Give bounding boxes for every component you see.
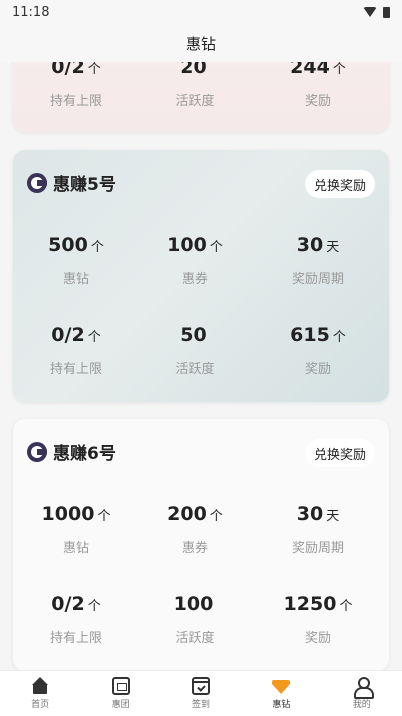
stat-reward: 1250 个 奖励: [258, 591, 378, 646]
logo-icon: [27, 172, 47, 193]
stat-unit: 个: [332, 62, 346, 77]
tab-label: 签到: [191, 700, 210, 710]
stat-value: 100: [167, 234, 207, 256]
battery-icon: [383, 6, 390, 18]
stat-unit: 个: [209, 240, 223, 255]
redeem-button[interactable]: 兑换奖励: [304, 439, 375, 467]
stat-unit: 个: [90, 240, 104, 255]
tab-home[interactable]: 首页: [10, 677, 70, 710]
stat-unit: 个: [87, 62, 101, 77]
stat-unit: 天: [326, 240, 340, 255]
stat-value: 20: [180, 62, 207, 78]
stat-label: 持有上限: [49, 631, 102, 646]
package-card-6: 惠赚6号 兑换奖励 1000 个 惠钻 200 个 惠券 30 天 奖励周期 0/2 个…: [13, 419, 389, 670]
package-list[interactable]: 0/2 个 持有上限 20 活跃度 244 个 奖励 惠赚5号 兑换奖励 500 个 …: [0, 62, 402, 670]
stat-activity: 50 活跃度: [135, 322, 255, 377]
stat-diamond: 1000 个 惠钻: [16, 501, 136, 556]
card-header: 惠赚5号: [27, 170, 116, 195]
stat-value: 30: [296, 503, 324, 525]
stat-label: 奖励: [304, 362, 331, 377]
status-icons: [363, 6, 390, 18]
tab-label: 首页: [31, 700, 50, 710]
stat-limit: 0/2 个 持有上限: [16, 591, 136, 646]
stat-period: 30 天 奖励周期: [258, 232, 378, 287]
stat-limit: 0/2 个 持有上限: [16, 322, 136, 377]
card-name: 惠赚5号: [53, 175, 116, 195]
stat-value: 1000: [41, 503, 95, 525]
user-icon: [353, 677, 374, 699]
tab-label: 惠钻: [272, 700, 291, 710]
stat-label: 惠券: [181, 541, 208, 556]
stat-value: 50: [180, 324, 207, 346]
tab-label: 惠团: [111, 700, 130, 710]
status-bar: 11:18: [0, 0, 402, 24]
wifi-icon: [363, 7, 377, 17]
stat-value: 0/2: [51, 593, 85, 615]
tab-checkin[interactable]: 签到: [171, 677, 231, 710]
stat-reward: 244 个 奖励: [258, 62, 378, 109]
stat-value: 500: [48, 234, 88, 256]
stat-unit: 个: [339, 599, 353, 614]
stat-reward: 615 个 奖励: [258, 322, 378, 377]
card-name: 惠赚6号: [53, 444, 116, 464]
stat-label: 活跃度: [175, 362, 215, 377]
logo-icon: [27, 441, 47, 462]
stat-unit: 个: [97, 509, 111, 524]
stat-label: 惠券: [181, 272, 208, 287]
stat-diamond: 500 个 惠钻: [16, 232, 136, 287]
stat-label: 持有上限: [49, 362, 102, 377]
stat-coupon: 200 个 惠券: [135, 501, 255, 556]
stat-label: 奖励: [304, 94, 331, 109]
package-card-partial: 0/2 个 持有上限 20 活跃度 244 个 奖励: [13, 62, 389, 132]
page-title: 惠钻: [185, 34, 216, 53]
stat-unit: 个: [332, 330, 346, 345]
stat-activity: 100 活跃度: [135, 591, 255, 646]
diamond-icon: [272, 677, 291, 695]
stat-label: 奖励周期: [291, 541, 344, 556]
stat-label: 持有上限: [49, 94, 102, 109]
tab-me[interactable]: 我的: [332, 677, 392, 710]
stat-value: 0/2: [51, 62, 85, 78]
stat-value: 615: [290, 324, 330, 346]
stat-value: 0/2: [51, 324, 85, 346]
tab-diamond[interactable]: 惠钻: [251, 677, 311, 710]
stat-unit: 个: [87, 599, 101, 614]
package-card-5: 惠赚5号 兑换奖励 500 个 惠钻 100 个 惠券 30 天 奖励周期 0/2 个 …: [13, 150, 389, 402]
stat-label: 奖励周期: [291, 272, 344, 287]
home-icon: [31, 677, 49, 695]
stat-unit: 个: [209, 509, 223, 524]
stat-label: 奖励: [304, 631, 331, 646]
stat-period: 30 天 奖励周期: [258, 501, 378, 556]
stat-value: 100: [173, 593, 214, 615]
stat-label: 活跃度: [175, 94, 215, 109]
stat-value: 244: [290, 62, 330, 78]
stat-coupon: 100 个 惠券: [135, 232, 255, 287]
stat-label: 惠钻: [62, 272, 89, 287]
stat-label: 惠钻: [62, 541, 89, 556]
bottom-tab-bar: 首页 惠团 签到 惠钻 我的: [0, 670, 402, 716]
stat-activity: 20 活跃度: [135, 62, 255, 109]
status-time: 11:18: [12, 4, 50, 20]
stat-limit: 0/2 个 持有上限: [16, 62, 136, 109]
stat-value: 200: [167, 503, 207, 525]
redeem-button[interactable]: 兑换奖励: [304, 170, 375, 198]
stat-value: 30: [296, 234, 324, 256]
card-header: 惠赚6号: [27, 439, 116, 464]
calendar-icon: [191, 677, 210, 695]
tab-group[interactable]: 惠团: [91, 677, 151, 710]
stat-label: 活跃度: [175, 631, 215, 646]
stat-value: 1250: [283, 593, 337, 615]
stat-unit: 天: [326, 509, 340, 524]
group-icon: [111, 677, 130, 695]
title-bar: 惠钻: [0, 24, 402, 62]
stat-unit: 个: [87, 330, 101, 345]
